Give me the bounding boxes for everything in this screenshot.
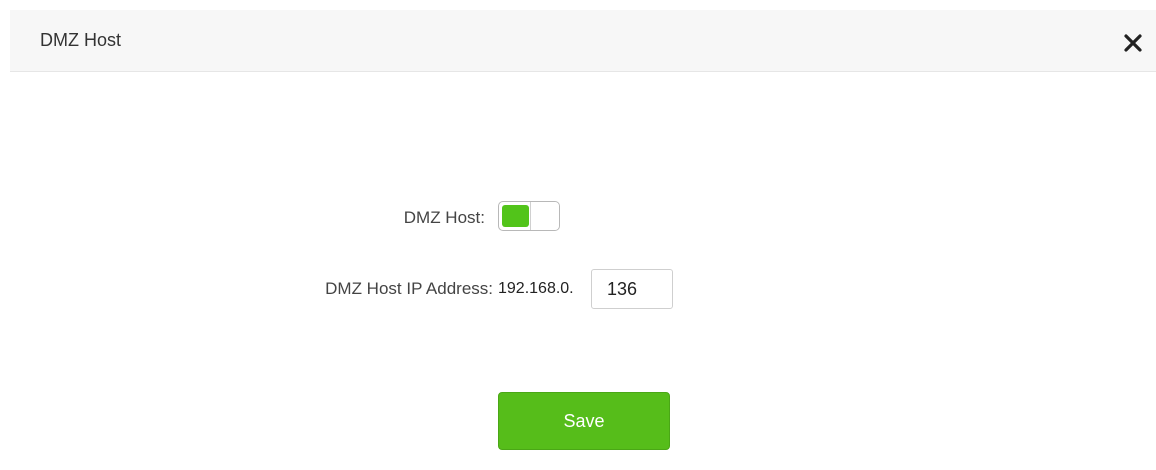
toggle-on-indicator	[502, 205, 529, 227]
dmz-host-dialog: DMZ Host DMZ Host: DMZ Host IP Address: …	[10, 10, 1156, 470]
dmz-host-toggle[interactable]	[498, 201, 560, 231]
dmz-host-label: DMZ Host:	[403, 208, 485, 227]
ip-last-octet-input[interactable]	[591, 269, 673, 309]
dialog-title: DMZ Host	[40, 30, 121, 50]
close-icon-glyph	[1124, 34, 1142, 52]
toggle-knob	[530, 202, 559, 230]
save-button[interactable]: Save	[498, 392, 670, 450]
close-icon[interactable]	[1122, 32, 1144, 54]
dmz-host-row: DMZ Host:	[10, 198, 1156, 238]
dmz-ip-row: DMZ Host IP Address: 192.168.0.	[10, 269, 1156, 309]
dmz-ip-label: DMZ Host IP Address:	[325, 279, 493, 298]
ip-prefix: 192.168.0.	[498, 280, 574, 297]
dialog-header: DMZ Host	[10, 10, 1156, 72]
